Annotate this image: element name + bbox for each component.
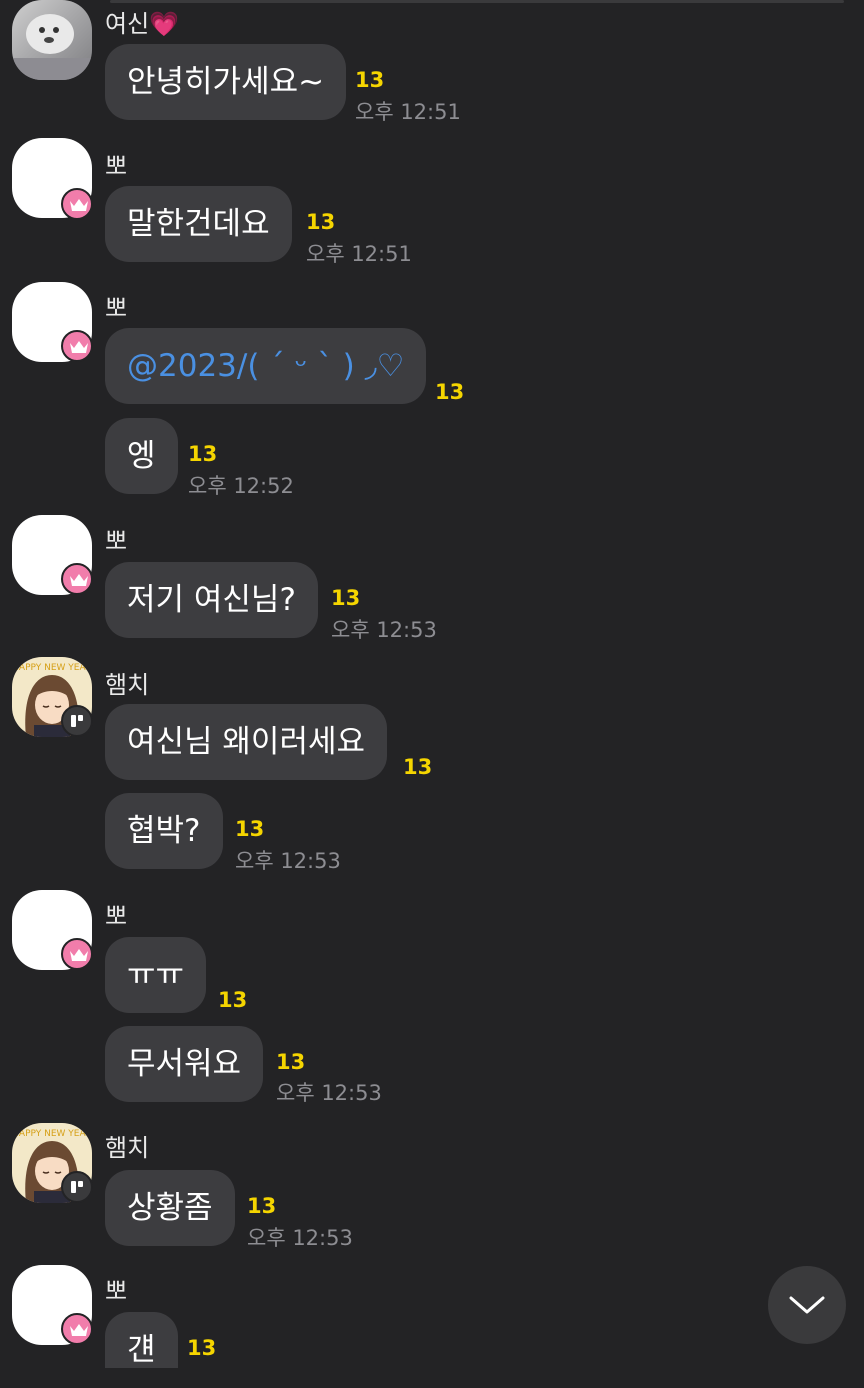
crown-badge-icon — [61, 188, 93, 220]
unread-count: 13 — [188, 442, 218, 466]
message-time: 오후 12:53 — [276, 1081, 382, 1105]
unread-count: 13 — [247, 1194, 277, 1218]
avatar-caption: HAPPY NEW YEAR — [12, 663, 92, 673]
unread-count: 13 — [331, 586, 361, 610]
message-time: 오후 12:53 — [247, 1226, 353, 1250]
unread-count: 13 — [435, 380, 465, 404]
sender-name: 뽀 — [105, 294, 128, 322]
message-bubble[interactable]: 걘 — [105, 1312, 178, 1368]
message-bubble[interactable]: 안녕히가세요~ — [105, 44, 347, 120]
profile-badge-icon — [61, 1171, 93, 1203]
sender-name: 뽀 — [105, 1277, 128, 1305]
top-divider — [110, 0, 844, 3]
unread-count: 13 — [187, 1336, 217, 1360]
unread-count: 13 — [403, 755, 433, 779]
message-bubble[interactable]: 협박? — [105, 793, 223, 869]
sender-name: 뽀 — [105, 152, 128, 180]
dog-photo-icon — [12, 14, 92, 80]
sender-name: 햄치 — [105, 1134, 150, 1162]
avatar-caption: HAPPY NEW YEAR — [12, 1129, 92, 1139]
message-time: 오후 12:51 — [355, 100, 461, 124]
message-bubble[interactable]: 엥 — [105, 418, 178, 494]
unread-count: 13 — [218, 988, 248, 1012]
unread-count: 13 — [306, 210, 336, 234]
message-bubble[interactable]: 여신님 왜이러세요 — [105, 704, 388, 780]
message-time: 오후 12:53 — [235, 849, 341, 873]
message-bubble[interactable]: 말한건데요 — [105, 186, 292, 262]
unread-count: 13 — [276, 1050, 306, 1074]
message-time: 오후 12:52 — [188, 474, 294, 498]
sender-name: 뽀 — [105, 902, 128, 930]
avatar[interactable] — [12, 0, 92, 80]
unread-count: 13 — [235, 817, 265, 841]
message-bubble[interactable]: ㅠㅠ — [105, 937, 207, 1013]
sender-name: 여신💗 — [105, 10, 180, 38]
crown-badge-icon — [61, 938, 93, 970]
sender-name: 뽀 — [105, 527, 128, 555]
crown-badge-icon — [61, 1313, 93, 1345]
unread-count: 13 — [355, 68, 385, 92]
message-bubble[interactable]: 상황좀 — [105, 1170, 235, 1246]
mention-message-bubble[interactable]: @2023/( ˊ ᵕ ˋ ) ◞♡ — [105, 328, 427, 404]
chevron-down-icon — [789, 1296, 825, 1314]
profile-badge-icon — [61, 705, 93, 737]
scroll-to-bottom-button[interactable] — [768, 1266, 846, 1344]
message-time: 오후 12:53 — [331, 618, 437, 642]
message-time: 오후 12:51 — [306, 242, 412, 266]
crown-badge-icon — [61, 563, 93, 595]
sender-name: 햄치 — [105, 671, 150, 699]
message-bubble[interactable]: 저기 여신님? — [105, 562, 318, 638]
crown-badge-icon — [61, 330, 93, 362]
message-bubble[interactable]: 무서워요 — [105, 1026, 264, 1102]
